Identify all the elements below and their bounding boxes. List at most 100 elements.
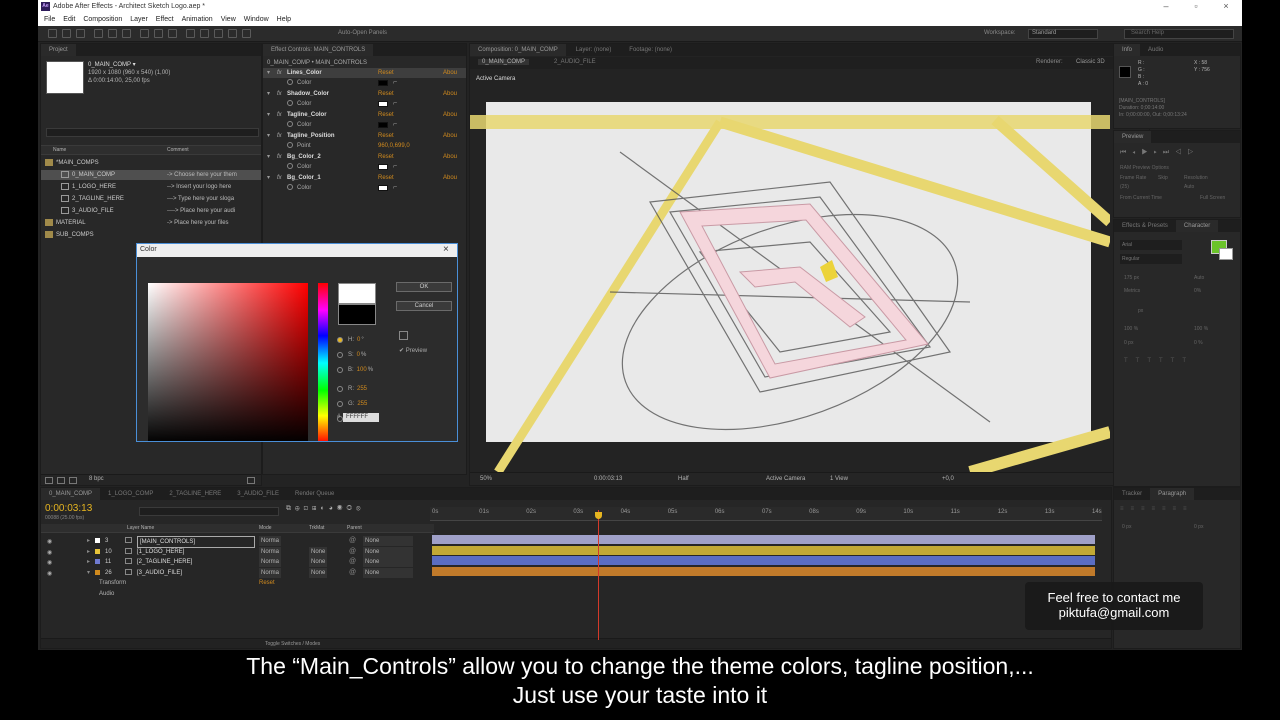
roto-brush-tool-icon[interactable] <box>228 29 237 38</box>
old-color-preview[interactable] <box>338 304 376 325</box>
layer-name[interactable]: [2_TAGLINE_HERE] <box>137 557 192 567</box>
tab-footage[interactable]: Footage: (none) <box>621 44 680 56</box>
tab-tracker[interactable]: Tracker <box>1114 488 1150 500</box>
brush-tool-icon[interactable] <box>186 29 195 38</box>
timeline-tab[interactable]: 0_MAIN_COMP <box>41 488 101 500</box>
layer-parent-select[interactable]: None <box>363 536 413 546</box>
workspace-select[interactable]: Standard <box>1028 29 1098 39</box>
visibility-eye-icon[interactable]: ◉ <box>47 558 52 568</box>
fx-icon[interactable]: fx <box>277 173 282 183</box>
column-trkmat[interactable]: TrkMat <box>309 525 324 531</box>
paragraph-align-buttons[interactable]: ≡≡≡≡≡≡≡ <box>1120 506 1194 512</box>
column-comment[interactable]: Comment <box>167 147 189 153</box>
layer-mode-select[interactable]: Norma <box>259 557 282 567</box>
color-mode-radio[interactable] <box>337 386 343 392</box>
minimize-icon[interactable]: – <box>1154 0 1178 13</box>
bit-depth[interactable]: 8 bpc <box>89 476 104 482</box>
preview-resolution-value[interactable]: Auto <box>1184 182 1194 192</box>
menu-layer[interactable]: Layer <box>126 13 152 26</box>
effect-about-link[interactable]: Abou <box>443 173 457 183</box>
eyedropper-icon[interactable]: ⌐ <box>393 162 397 172</box>
text-style-buttons[interactable]: TTTTTT <box>1124 358 1194 364</box>
menu-view[interactable]: View <box>217 13 240 26</box>
vertical-scale-value[interactable]: 100 % <box>1124 324 1138 334</box>
tracking-value[interactable]: 0% <box>1194 286 1201 296</box>
effect-header[interactable]: ▾ fx Tagline_Color Reset Abou <box>263 110 466 120</box>
layer-mode-select[interactable]: Norma <box>259 546 282 557</box>
effect-about-link[interactable]: Abou <box>443 89 457 99</box>
layer-duration-bar[interactable] <box>432 556 1095 565</box>
clone-stamp-tool-icon[interactable] <box>200 29 209 38</box>
menu-animation[interactable]: Animation <box>178 13 217 26</box>
color-field[interactable]: S: 0% <box>337 352 366 358</box>
camera-tool-icon[interactable] <box>108 29 117 38</box>
baseline-shift-value[interactable]: 0 px <box>1124 338 1133 348</box>
audio-group[interactable]: Audio <box>99 589 114 599</box>
fps-value[interactable]: (25) <box>1120 182 1129 192</box>
stopwatch-icon[interactable] <box>287 121 293 127</box>
tab-preview[interactable]: Preview <box>1114 131 1152 143</box>
effect-reset-link[interactable]: Reset <box>378 110 394 120</box>
layer-row[interactable]: ◉ ▾ 26 [3_AUDIO_FILE] Norma None @ None <box>41 567 434 578</box>
color-swatch[interactable] <box>378 164 388 170</box>
menu-edit[interactable]: Edit <box>59 13 79 26</box>
eyedropper-icon[interactable] <box>399 331 408 340</box>
point-value[interactable]: 960,0,699,0 <box>378 141 410 151</box>
stopwatch-icon[interactable] <box>287 142 293 148</box>
puppet-tool-icon[interactable] <box>242 29 251 38</box>
font-family-select[interactable]: Arial <box>1120 240 1182 250</box>
preview-checkbox[interactable]: ✔ Preview <box>399 347 427 354</box>
layer-row[interactable]: ◉ ▸ 10 [1_LOGO_HERE] Norma None @ None <box>41 546 434 558</box>
layer-parent-select[interactable]: None <box>363 567 413 578</box>
pen-tool-icon[interactable] <box>154 29 163 38</box>
effect-reset-link[interactable]: Reset <box>378 173 394 183</box>
color-swatch[interactable] <box>378 185 388 191</box>
color-field[interactable]: G: 255 <box>337 401 368 407</box>
column-mode[interactable]: Mode <box>259 525 272 531</box>
3d-view-select[interactable]: Active Camera <box>766 476 805 482</box>
parent-pickwhip-icon[interactable]: @ <box>349 557 356 567</box>
eyedropper-icon[interactable]: ⌐ <box>393 99 397 109</box>
ram-preview-options[interactable]: RAM Preview Options <box>1120 163 1169 173</box>
layer-trkmat-select[interactable]: None <box>309 567 328 578</box>
project-search-input[interactable] <box>46 128 259 137</box>
color-field[interactable]: H: 0° <box>337 337 364 343</box>
tab-info[interactable]: Info <box>1114 44 1141 56</box>
fx-icon[interactable]: fx <box>277 110 282 120</box>
fx-icon[interactable]: fx <box>277 152 282 162</box>
project-item[interactable]: SUB_COMPS <box>41 230 261 240</box>
effect-header[interactable]: ▾ fx Tagline_Position Reset Abou <box>263 131 466 141</box>
parent-pickwhip-icon[interactable]: @ <box>349 547 356 557</box>
parent-pickwhip-icon[interactable]: @ <box>349 536 356 546</box>
transform-reset-link[interactable]: Reset <box>259 578 275 588</box>
rotate-tool-icon[interactable] <box>94 29 103 38</box>
color-swatch[interactable] <box>378 122 388 128</box>
visibility-eye-icon[interactable]: ◉ <box>47 548 52 558</box>
stopwatch-icon[interactable] <box>287 79 293 85</box>
menu-help[interactable]: Help <box>273 13 295 26</box>
timeline-search-input[interactable] <box>139 507 279 516</box>
font-size-value[interactable]: 175 px <box>1124 273 1139 283</box>
effect-reset-link[interactable]: Reset <box>378 152 394 162</box>
project-item[interactable]: *MAIN_COMPS <box>41 158 261 168</box>
label-color-icon[interactable] <box>95 559 100 564</box>
delete-icon[interactable] <box>247 477 255 484</box>
current-time-indicator[interactable] <box>598 510 599 640</box>
layer-trkmat-select[interactable]: None <box>309 546 328 557</box>
layer-duration-bar[interactable] <box>432 535 1095 544</box>
tab-character[interactable]: Character <box>1175 220 1219 232</box>
fx-icon[interactable]: fx <box>277 131 282 141</box>
leading-value[interactable]: Auto <box>1194 273 1204 283</box>
project-item[interactable]: 1_LOGO_HERE --> Insert your logo here <box>41 182 261 192</box>
playhead-icon[interactable] <box>595 512 602 519</box>
pan-behind-tool-icon[interactable] <box>122 29 131 38</box>
effect-header[interactable]: ▾ fx Bg_Color_2 Reset Abou <box>263 152 466 162</box>
color-mode-radio[interactable] <box>337 401 343 407</box>
fx-icon[interactable]: fx <box>277 89 282 99</box>
timeline-switches[interactable]: ⧉⊕⊡⊞◐◕◉◎⊗ <box>286 505 365 513</box>
horizontal-scale-value[interactable]: 100 % <box>1194 324 1208 334</box>
menu-window[interactable]: Window <box>240 13 273 26</box>
selection-tool-icon[interactable] <box>48 29 57 38</box>
tab-project[interactable]: Project <box>41 44 76 56</box>
color-field[interactable]: R: 255 <box>337 386 368 392</box>
